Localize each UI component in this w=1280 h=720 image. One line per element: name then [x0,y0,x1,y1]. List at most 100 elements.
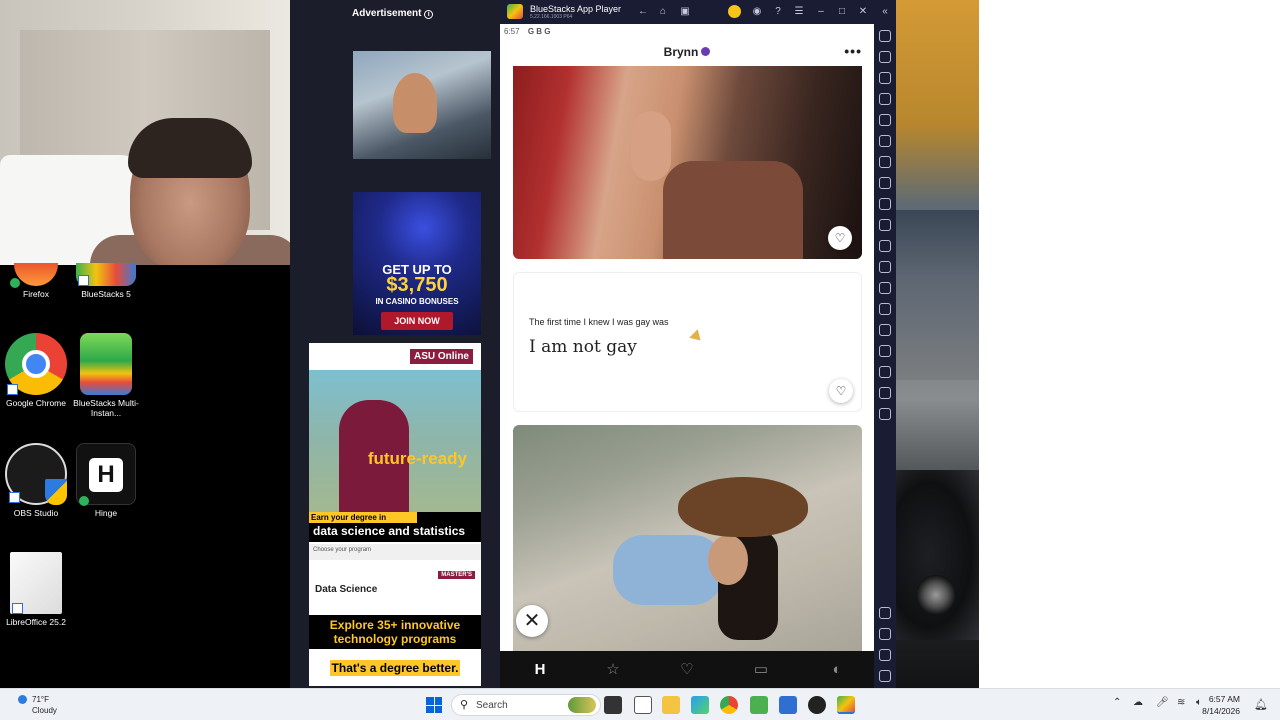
macro-icon[interactable] [879,135,891,147]
media-folder-icon[interactable] [879,261,891,273]
volume-icon[interactable] [879,51,891,63]
eco-mode-icon[interactable] [879,324,891,336]
shortcut-arrow-icon [9,492,20,503]
ad-video-thumbnail[interactable] [353,51,491,159]
uac-shield-icon [45,479,67,505]
taskbar-bluestacks-icon[interactable] [837,696,855,714]
sidebar-panel-icon[interactable] [879,408,891,420]
sync-check-icon [10,278,20,288]
taskbar-search[interactable]: ⚲ Search [451,694,601,716]
notepad-icon[interactable] [634,696,652,714]
tray-onedrive-icon[interactable]: ☁ [1133,697,1143,708]
like-prompt-heart-icon[interactable]: ♡ [829,379,853,403]
desktop-icon-libreoffice[interactable]: LibreOffice 25.2 [0,552,72,627]
bluestacks-multi-icon [80,333,132,395]
multi-instance-icon[interactable] [879,156,891,168]
desktop-icon-firefox[interactable]: Firefox [0,263,72,299]
desktop-icon-obs[interactable]: OBS Studio [0,443,72,518]
back-arrow-icon[interactable]: ← [636,5,650,19]
desktop-icon-chrome[interactable]: Google Chrome [0,333,72,408]
ad-casino-banner[interactable]: GET UP TO $3,750 IN CASINO BONUSES JOIN … [353,192,481,335]
clock-time: 6:57 AM [1208,694,1240,704]
tray-microphone-icon[interactable]: 🎤︎ [1156,697,1169,708]
keyboard-icon[interactable] [879,93,891,105]
task-view-icon[interactable] [604,696,622,714]
tab-discover-hinge-icon[interactable]: H [529,659,551,681]
desktop-icon-hinge[interactable]: H Hinge [70,443,142,518]
sidebar-back-icon[interactable] [879,628,891,640]
notification-bell-icon[interactable]: 🔔︎ [1254,698,1268,711]
asu-degree-name: Data Science [315,584,378,595]
shake-icon[interactable] [879,240,891,252]
close-window-icon[interactable]: ✕ [856,5,870,19]
taskbar-clock[interactable]: 6:57 AM 8/14/2026 [1202,693,1240,717]
recent-apps-icon[interactable]: ▣ [678,5,692,19]
tray-chevron-icon[interactable]: ⌃ [1113,697,1121,708]
desktop-icon-bluestacks[interactable]: BlueStacks 5 [70,263,142,299]
wallpaper-strip [896,0,979,688]
status-notification-icons: G B G [527,27,551,36]
tray-volume-icon[interactable]: 🔈︎ [1196,697,1202,708]
game-controls-icon[interactable] [879,114,891,126]
airplane-icon[interactable] [879,282,891,294]
account-icon[interactable]: ◉ [750,5,764,19]
bluestacks-titlebar[interactable]: BlueStacks App Player 5.22.166.1003 P64 … [500,0,896,24]
obs-icon [5,443,67,505]
help-icon[interactable]: ? [771,5,785,19]
maximize-icon[interactable]: □ [835,5,849,19]
tab-likes-heart-icon[interactable]: ♡ [676,659,698,681]
media-icon[interactable] [879,72,891,84]
tray-wifi-icon[interactable]: ≋ [1177,697,1185,708]
home-icon[interactable]: ⌂ [656,5,670,19]
libreoffice-icon [10,552,62,614]
tab-matches-chat-icon[interactable]: ▭ [750,659,772,681]
sync-icon[interactable] [879,387,891,399]
shortcut-arrow-icon [7,384,18,395]
prompt-card[interactable]: The first time I knew I was gay was I am… [513,272,862,412]
menu-icon[interactable]: ☰ [792,5,806,19]
apk-icon[interactable] [879,177,891,189]
sidebar-recent-icon[interactable] [879,670,891,682]
taskbar-chrome-icon[interactable] [720,696,738,714]
profile-name-text: Brynn [663,45,699,59]
minimize-icon[interactable]: – [814,5,828,19]
asu-degree-item[interactable]: Data Science MASTER'S [309,567,481,607]
shortcut-arrow-icon [78,275,89,286]
desktop-icon-bluestacks-multi[interactable]: BlueStacks Multi-Instan... [70,333,142,418]
screenshot-icon[interactable] [879,198,891,210]
ad-asu-banner[interactable]: ASU Online future-ready Earn your degree… [309,343,481,686]
like-photo-heart-icon[interactable]: ♡ [828,226,852,250]
record-icon[interactable] [879,219,891,231]
profile-photo-2[interactable] [513,425,862,651]
tab-profile-avatar-icon[interactable]: ◐ [826,659,848,681]
file-explorer-icon[interactable] [662,696,680,714]
bluestacks-version: 5.22.166.1003 P64 [530,14,573,20]
settings-gear-icon[interactable] [879,607,891,619]
asu-earn-text: Earn your degree in [309,512,417,523]
casino-join-button[interactable]: JOIN NOW [381,312,453,330]
fullscreen-icon[interactable] [879,30,891,42]
sidebar-home-icon[interactable] [879,649,891,661]
skip-close-icon[interactable]: ✕ [516,605,548,637]
calculator-icon[interactable] [750,696,768,714]
coin-icon[interactable] [728,5,741,18]
asu-logo: ASU Online [409,349,473,364]
photo-hand [631,111,671,181]
photo-face [708,535,748,585]
prompt-question: The first time I knew I was gay was [529,317,669,327]
bluestacks-title: BlueStacks App Player [530,4,622,14]
wallpaper-house [896,210,979,380]
tab-standouts-star-icon[interactable]: ☆ [602,659,624,681]
profile-photo-1[interactable]: ♡ [513,66,862,259]
start-button-icon[interactable] [426,697,442,713]
info-icon[interactable]: i [424,10,434,19]
layers-icon[interactable] [879,366,891,378]
more-options-icon[interactable]: ••• [844,43,862,59]
taskbar-obs-icon[interactable] [808,696,826,714]
edge-icon[interactable] [691,696,709,714]
rotate-icon[interactable] [879,303,891,315]
word-icon[interactable] [779,696,797,714]
location-icon[interactable] [879,345,891,357]
weather-widget[interactable]: 71°F Cloudy [12,692,72,718]
collapse-sidebar-icon[interactable]: « [878,5,892,19]
